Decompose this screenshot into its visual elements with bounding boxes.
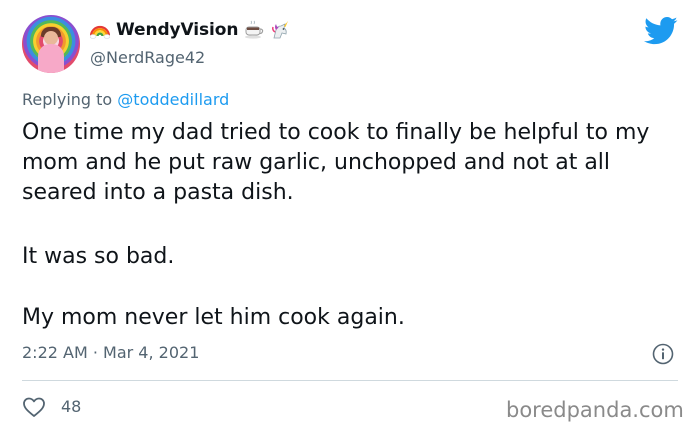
coffee-cup-icon [245, 20, 264, 39]
heart-icon[interactable] [22, 396, 46, 418]
replying-to-label: Replying to [22, 90, 113, 109]
author-handle[interactable]: @NerdRage42 [90, 48, 205, 67]
author-name-row[interactable]: WendyVision [90, 20, 290, 40]
rainbow-icon [90, 25, 110, 39]
tweet-paragraph: It was so bad. [22, 244, 175, 269]
reply-mention-link[interactable]: @toddedillard [117, 90, 229, 109]
avatar-face [44, 31, 58, 45]
tweet-paragraph: One time my dad tried to cook to finally… [22, 120, 650, 205]
unicorn-icon [272, 21, 289, 39]
like-count: 48 [61, 397, 82, 416]
info-icon[interactable] [652, 343, 674, 365]
replying-to-line: Replying to @toddedillard [22, 90, 229, 109]
avatar-dress [38, 44, 64, 73]
twitter-bird-icon[interactable] [644, 16, 678, 46]
avatar[interactable] [22, 15, 80, 73]
tweet-paragraph: My mom never let him cook again. [22, 305, 405, 330]
divider [22, 380, 678, 381]
tweet-timestamp[interactable]: 2:22 AM · Mar 4, 2021 [22, 343, 199, 362]
watermark: boredpanda.com [506, 398, 684, 422]
display-name[interactable]: WendyVision [116, 20, 238, 40]
